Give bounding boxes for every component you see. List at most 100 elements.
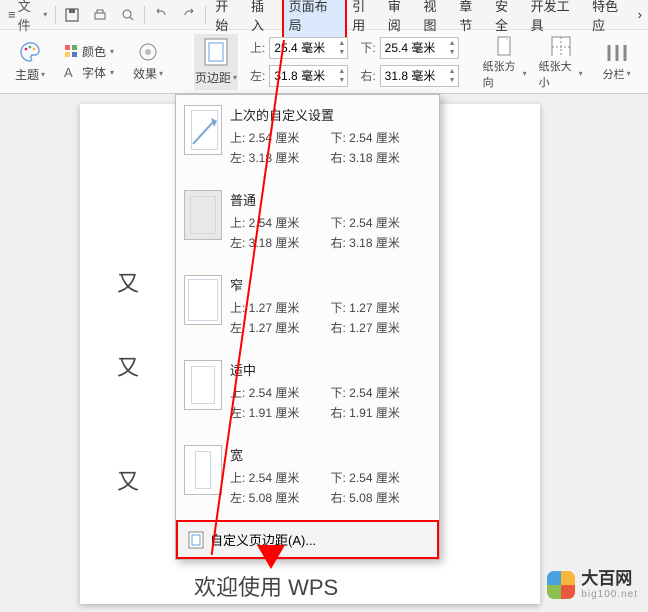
font-icon: A bbox=[64, 65, 78, 79]
redo-icon[interactable] bbox=[177, 3, 201, 27]
margin-left-spin[interactable]: ▲▼ bbox=[269, 65, 348, 87]
svg-text:A: A bbox=[64, 65, 73, 79]
margins-icon bbox=[203, 37, 229, 67]
page-glyph-3: 又 bbox=[117, 464, 139, 496]
preset-value: 左: 3.18 厘米 bbox=[230, 148, 331, 168]
tab-devtools[interactable]: 开发工具 bbox=[526, 0, 587, 37]
effects-icon bbox=[137, 41, 159, 63]
page-icon bbox=[188, 531, 204, 549]
orientation-button[interactable]: 纸张方向▾ bbox=[483, 34, 527, 90]
page-glyph-2: 又 bbox=[117, 350, 139, 382]
separator bbox=[55, 6, 56, 24]
preset-title: 适中 bbox=[230, 360, 431, 379]
margin-left-input[interactable] bbox=[270, 69, 336, 83]
margin-left-label: 左: bbox=[250, 67, 265, 84]
tab-features[interactable]: 特色应 bbox=[587, 0, 636, 37]
quick-access-toolbar: ≡ 文件 ▾ 开始 插入 页面布局 引用 审阅 视图 章节 安全 开发工具 特色… bbox=[0, 0, 648, 30]
margins-dropdown: 上次的自定义设置上: 2.54 厘米下: 2.54 厘米左: 3.18 厘米右:… bbox=[175, 94, 440, 560]
preset-value: 下: 2.54 厘米 bbox=[331, 468, 432, 488]
preset-value: 左: 1.27 厘米 bbox=[230, 318, 331, 338]
watermark-logo-icon bbox=[547, 571, 575, 599]
page-glyph-1: 又 bbox=[117, 266, 139, 298]
tab-chapter[interactable]: 章节 bbox=[454, 0, 490, 37]
preset-value: 下: 2.54 厘米 bbox=[331, 128, 432, 148]
tab-review[interactable]: 审阅 bbox=[383, 0, 419, 37]
columns-button[interactable]: 分栏▾ bbox=[595, 34, 639, 90]
preset-value: 上: 2.54 厘米 bbox=[230, 383, 331, 403]
preset-thumb-icon bbox=[184, 275, 222, 325]
theme-button[interactable]: 主题▾ bbox=[8, 34, 52, 90]
preset-value: 右: 5.08 厘米 bbox=[331, 488, 432, 508]
preset-value: 左: 1.91 厘米 bbox=[230, 403, 331, 423]
preset-title: 宽 bbox=[230, 445, 431, 464]
tab-view[interactable]: 视图 bbox=[419, 0, 455, 37]
margin-bottom-spin[interactable]: ▲▼ bbox=[380, 37, 459, 59]
page-welcome-text: 欢迎使用 WPS bbox=[194, 570, 338, 602]
margin-right-input[interactable] bbox=[381, 69, 447, 83]
columns-icon bbox=[605, 42, 629, 64]
margin-preset-item[interactable]: 窄上: 1.27 厘米下: 1.27 厘米左: 1.27 厘米右: 1.27 厘… bbox=[176, 265, 439, 350]
margin-top-input[interactable] bbox=[270, 41, 336, 55]
tabs-overflow-icon[interactable]: › bbox=[636, 7, 644, 22]
save-icon[interactable] bbox=[60, 3, 84, 27]
tab-insert[interactable]: 插入 bbox=[246, 0, 282, 37]
preset-title: 普通 bbox=[230, 190, 431, 209]
preset-value: 右: 3.18 厘米 bbox=[331, 148, 432, 168]
preset-value: 左: 5.08 厘米 bbox=[230, 488, 331, 508]
paper-size-icon bbox=[548, 34, 574, 56]
chevron-down-icon: ▾ bbox=[43, 10, 47, 19]
margin-top-spin[interactable]: ▲▼ bbox=[269, 37, 348, 59]
margin-right-label: 右: bbox=[360, 67, 375, 84]
preset-thumb-icon bbox=[184, 105, 222, 155]
tab-start[interactable]: 开始 bbox=[210, 0, 246, 37]
watermark-url: big100.net bbox=[581, 589, 638, 600]
preset-value: 下: 2.54 厘米 bbox=[331, 213, 432, 233]
colors-button[interactable]: 颜色▾ bbox=[64, 43, 114, 60]
margin-preset-item[interactable]: 普通上: 2.54 厘米下: 2.54 厘米左: 3.18 厘米右: 3.18 … bbox=[176, 180, 439, 265]
margin-top-label: 上: bbox=[250, 39, 265, 56]
separator bbox=[205, 6, 206, 24]
watermark: 大百网 big100.net bbox=[547, 570, 638, 600]
preset-title: 窄 bbox=[230, 275, 431, 294]
margin-top-bottom-group: 上: ▲▼ 左: ▲▼ bbox=[250, 37, 348, 87]
watermark-text: 大百网 bbox=[581, 570, 638, 589]
margin-preset-item[interactable]: 宽上: 2.54 厘米下: 2.54 厘米左: 5.08 厘米右: 5.08 厘… bbox=[176, 435, 439, 520]
margin-bottom-input[interactable] bbox=[381, 41, 447, 55]
margins-button[interactable]: 页边距▾ bbox=[194, 34, 238, 90]
margin-bottom-label: 下: bbox=[360, 39, 375, 56]
preset-value: 右: 3.18 厘米 bbox=[331, 233, 432, 253]
colors-icon bbox=[64, 44, 78, 58]
undo-icon[interactable] bbox=[149, 3, 173, 27]
preset-value: 右: 1.91 厘米 bbox=[331, 403, 432, 423]
preset-value: 上: 2.54 厘米 bbox=[230, 128, 331, 148]
effects-button[interactable]: 效果▾ bbox=[126, 34, 170, 90]
preset-value: 下: 1.27 厘米 bbox=[331, 298, 432, 318]
tab-page-layout[interactable]: 页面布局 bbox=[282, 0, 347, 39]
tab-references[interactable]: 引用 bbox=[347, 0, 383, 37]
fonts-button[interactable]: A字体▾ bbox=[64, 64, 114, 81]
margin-preset-item[interactable]: 适中上: 2.54 厘米下: 2.54 厘米左: 1.91 厘米右: 1.91 … bbox=[176, 350, 439, 435]
menu-button[interactable]: ≡ 文件 ▾ bbox=[4, 3, 51, 27]
preset-value: 左: 3.18 厘米 bbox=[230, 233, 331, 253]
tab-security[interactable]: 安全 bbox=[490, 0, 526, 37]
preset-thumb-icon bbox=[184, 360, 222, 410]
custom-margins-button[interactable]: 自定义页边距(A)... bbox=[176, 520, 439, 559]
preset-thumb-icon bbox=[184, 190, 222, 240]
margin-preset-item[interactable]: 上次的自定义设置上: 2.54 厘米下: 2.54 厘米左: 3.18 厘米右:… bbox=[176, 95, 439, 180]
preset-title: 上次的自定义设置 bbox=[230, 105, 431, 124]
print-icon[interactable] bbox=[88, 3, 112, 27]
preview-icon[interactable] bbox=[116, 3, 140, 27]
ribbon-page-layout: 主题▾ 颜色▾ A字体▾ 效果▾ 页边距▾ 上: ▲▼ 左: ▲▼ 下: ▲▼ … bbox=[0, 30, 648, 94]
custom-margins-label: 自定义页边距(A)... bbox=[210, 530, 316, 549]
separator bbox=[144, 6, 145, 24]
preset-thumb-icon bbox=[184, 445, 222, 495]
preset-value: 上: 2.54 厘米 bbox=[230, 468, 331, 488]
preset-value: 上: 2.54 厘米 bbox=[230, 213, 331, 233]
palette-icon bbox=[18, 40, 42, 64]
preset-value: 下: 2.54 厘米 bbox=[331, 383, 432, 403]
margin-left-right-group: 下: ▲▼ 右: ▲▼ bbox=[360, 37, 458, 87]
margin-right-spin[interactable]: ▲▼ bbox=[380, 65, 459, 87]
paper-size-button[interactable]: 纸张大小▾ bbox=[539, 34, 583, 90]
preset-value: 上: 1.27 厘米 bbox=[230, 298, 331, 318]
preset-value: 右: 1.27 厘米 bbox=[331, 318, 432, 338]
